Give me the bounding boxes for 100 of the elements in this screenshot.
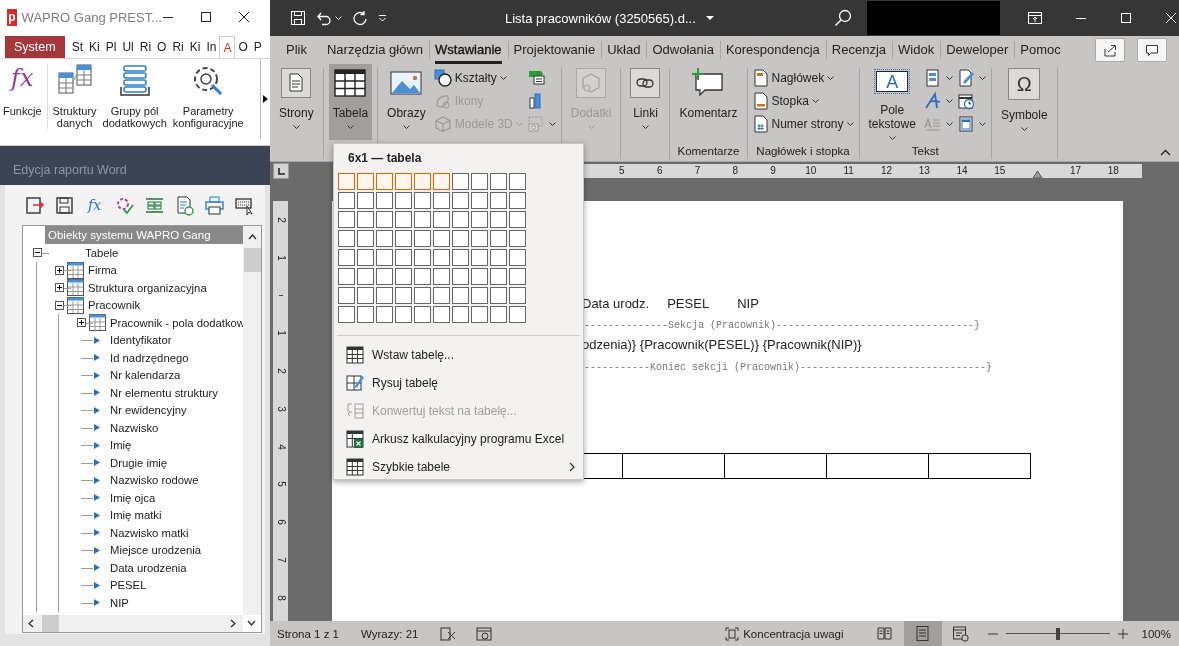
tree-item[interactable]: Pracownik - pola dodatkow	[110, 316, 245, 329]
ruler-number: 8	[275, 594, 286, 603]
ribbon-tab[interactable]: Narzędzia główn	[320, 36, 430, 64]
ribbon-tab[interactable]: Pomoc	[1014, 36, 1067, 64]
tree-item[interactable]: Nr ewidencyjny	[110, 404, 187, 417]
ruler-number: 2	[275, 216, 286, 225]
page-count: Strona 1 z 1	[277, 627, 339, 640]
app-menu-tab[interactable]: System	[5, 36, 65, 58]
tree-item[interactable]: Id nadrzędnego	[110, 351, 189, 364]
ribbon-tab[interactable]: Ki	[186, 36, 204, 58]
ruler-number: 18	[1107, 166, 1119, 176]
ruler-number: 6	[656, 166, 663, 176]
ribbon-button[interactable]: A Pole tekstowe	[864, 64, 920, 140]
ribbon-tab[interactable]: A	[219, 36, 236, 58]
column-heading: NIP	[737, 295, 759, 311]
ribbon-button[interactable]: Grupy pól dodatkowych	[99, 63, 170, 129]
ribbon-tab[interactable]: Ri	[136, 36, 155, 58]
tree-item[interactable]: Nazwisko rodowe	[110, 474, 199, 487]
ribbon-button[interactable]: Strony	[275, 64, 318, 140]
menu-item[interactable]: Szybkie tabele	[334, 453, 583, 481]
menu-item[interactable]: Arkusz kalkulacyjny programu Excel	[334, 425, 583, 453]
ribbon-button[interactable]: Linki	[626, 64, 665, 140]
zoom-level: 100%	[1141, 627, 1171, 640]
ribbon-tab[interactable]: P	[250, 36, 265, 58]
ruler-number: 7	[694, 166, 701, 176]
ribbon-button[interactable]: Obrazy	[383, 64, 430, 140]
ruler-number: 3	[275, 405, 286, 414]
tree-item[interactable]: Nazwisko	[110, 421, 159, 434]
tree-item[interactable]: Struktura organizacyjna	[88, 281, 207, 294]
ribbon-button[interactable]: Stopka	[752, 91, 854, 111]
ruler-number: 14	[956, 166, 968, 176]
ruler-number: 1	[275, 329, 286, 339]
tree-item[interactable]: Firma	[88, 264, 117, 277]
tree-item[interactable]: Tabele	[85, 246, 119, 259]
ribbon-tab[interactable]: Pl	[102, 36, 120, 58]
ruler-number: 11	[843, 166, 854, 176]
symbol-icon: Ω	[1008, 68, 1041, 100]
ruler-number: 2	[275, 367, 286, 376]
tree-item[interactable]: Pracownik	[88, 299, 141, 312]
tree-item[interactable]: Miejsce urodzenia	[110, 544, 202, 557]
menu-header: 6x1 — tabela	[347, 150, 423, 167]
ruler-number: 6	[275, 518, 286, 528]
ribbon-tab[interactable]: Korespondencja	[719, 36, 826, 64]
ribbon-tab[interactable]: O	[154, 36, 170, 58]
tree-item[interactable]: NIP	[110, 596, 129, 609]
ribbon-tab[interactable]: Ki	[86, 36, 103, 58]
ribbon-tab[interactable]: Recenzja	[825, 36, 893, 64]
ruler-number: 17	[1069, 166, 1081, 176]
ruler-number: 8	[732, 166, 739, 176]
menu-item[interactable]: Wstaw tabelę...	[334, 341, 583, 369]
tree-item[interactable]: Nazwisko matki	[110, 526, 189, 539]
function-icon: fx	[11, 63, 34, 97]
ribbon-tab[interactable]: Widok	[892, 36, 941, 64]
ribbon-tab[interactable]: Odwołania	[646, 36, 720, 64]
ribbon-tab[interactable]: Ul	[119, 36, 137, 58]
ribbon-button[interactable]: Tabela	[328, 64, 373, 140]
tree-item[interactable]: Imię ojca	[110, 491, 156, 504]
ribbon-button[interactable]: Kształty	[433, 68, 523, 88]
ribbon-button[interactable]: Nagłówek	[752, 68, 854, 88]
ruler-number: 10	[805, 166, 817, 176]
tree-item[interactable]: Nr kalendarza	[110, 369, 181, 382]
ribbon-button[interactable]: Struktury danych	[49, 63, 100, 129]
tree-item[interactable]: Data urodzenia	[110, 561, 187, 574]
section-marker: --------------Sekcja (Pracownik)---------------------------------}	[583, 319, 982, 333]
ribbon-button[interactable]: Ω Symbole	[996, 64, 1052, 140]
ribbon-tab[interactable]: In	[203, 36, 220, 58]
ribbon-button[interactable]: Komentarz	[675, 64, 742, 140]
ruler-number: 9	[770, 166, 776, 176]
tree-item[interactable]: Nr elementu struktury	[110, 386, 218, 399]
group-label: Komentarze	[677, 145, 740, 157]
ribbon-button[interactable]: Parametry konfiguracyjne	[169, 63, 247, 129]
ruler-number: 1	[275, 253, 286, 263]
tree-item[interactable]: Imię matki	[110, 509, 162, 522]
panel-title: Edycja raportu Word	[13, 162, 127, 177]
window-title: WAPRO Gang PREST...	[21, 9, 162, 25]
tree-item[interactable]: Imię	[110, 439, 132, 452]
ribbon-tab[interactable]: Wstawianie	[429, 36, 508, 64]
textbox-icon: A	[876, 71, 909, 92]
ribbon-button[interactable]: fx Funkcje	[0, 63, 45, 117]
ribbon-tab[interactable]: Ri	[169, 36, 187, 58]
tree-header: Obiekty systemu WAPRO Gang	[45, 226, 243, 244]
focus-mode-button[interactable]: Koncentracja uwagi	[725, 626, 844, 641]
section-marker: -----------Koniec sekcji (Pracownik)-------------------------------}	[583, 361, 994, 375]
group-label: Nagłówek i stopka	[756, 145, 850, 157]
tree-item[interactable]: Drugie imię	[110, 456, 168, 469]
ruler-number: 13	[918, 166, 930, 176]
ribbon-tab[interactable]: O	[235, 36, 251, 58]
tree-item[interactable]: PESEL	[110, 579, 147, 592]
ribbon-button[interactable]: Numer strony	[752, 114, 854, 134]
function-button[interactable]: fx	[84, 197, 105, 213]
menu-item[interactable]: Rysuj tabelę	[334, 369, 583, 397]
ribbon-tab[interactable]: Deweloper	[940, 36, 1015, 64]
document-title: Lista pracowników (3250565).d...	[505, 10, 696, 26]
ribbon-tab[interactable]: Plik	[280, 36, 313, 64]
ribbon-tab[interactable]: Układ	[601, 36, 647, 64]
ribbon-tab[interactable]: Projektowanie	[507, 36, 602, 64]
field-codes: odzenia)} {Pracownik(PESEL)} {Pracownik(NIP)}	[581, 336, 863, 354]
ribbon-tab[interactable]: St	[68, 36, 87, 58]
tree-item[interactable]: Identyfikator	[110, 334, 172, 347]
ruler-number: 5	[275, 480, 286, 490]
